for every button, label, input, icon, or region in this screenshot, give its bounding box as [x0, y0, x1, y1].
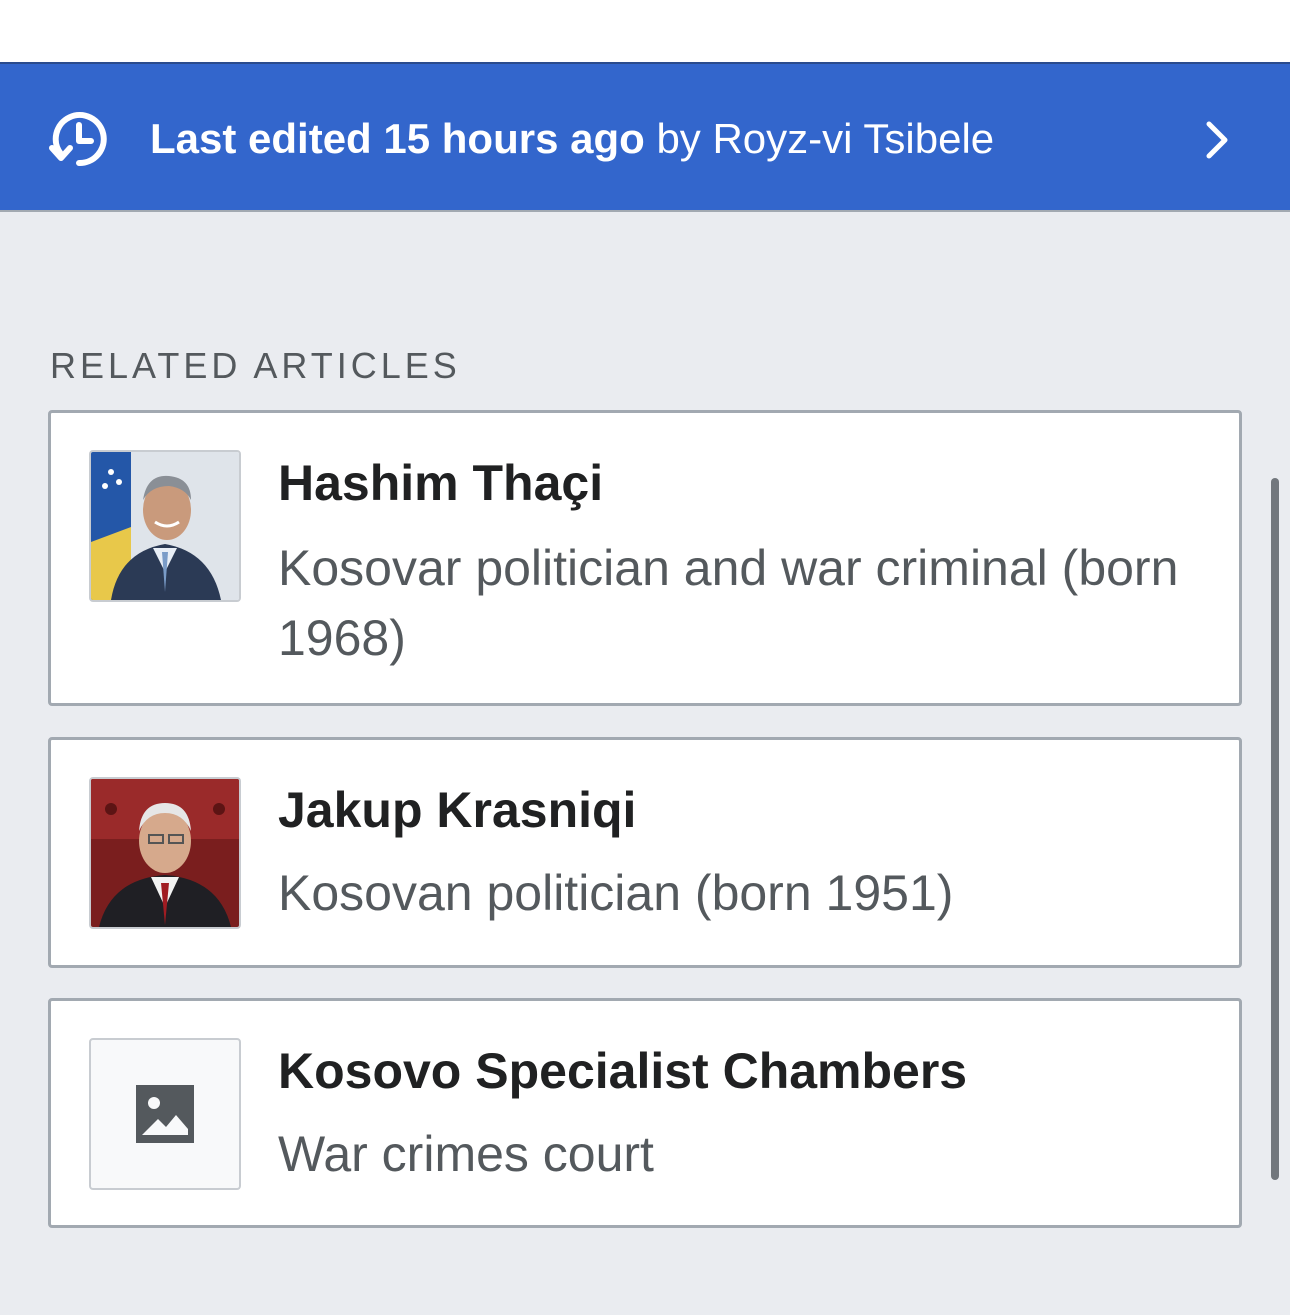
chevron-right-icon [1206, 121, 1228, 159]
scrollbar[interactable] [1271, 478, 1279, 1180]
article-title: Kosovo Specialist Chambers [278, 1043, 968, 1099]
related-article-card[interactable]: Hashim Thaçi Kosovar politician and war … [48, 410, 1242, 706]
article-thumbnail [89, 1038, 241, 1190]
related-article-card[interactable]: Jakup Krasniqi Kosovan politician (born … [48, 737, 1242, 968]
article-thumbnail [89, 777, 241, 929]
last-edited-user: by Royz-vi Tsibele [644, 115, 995, 162]
portrait-photo [91, 779, 239, 927]
last-edited-time: Last edited 15 hours ago [150, 115, 645, 162]
history-icon [49, 112, 107, 167]
article-description: War crimes court [278, 1126, 654, 1182]
article-title: Jakup Krasniqi [278, 782, 637, 838]
article-title: Hashim Thaçi [278, 455, 604, 511]
related-article-card[interactable]: Kosovo Specialist Chambers War crimes co… [48, 998, 1242, 1228]
image-placeholder-icon [136, 1085, 194, 1143]
last-edited-text: Last edited 15 hours ago by Royz-vi Tsib… [150, 114, 994, 164]
related-articles-heading: RELATED ARTICLES [50, 345, 461, 386]
portrait-photo [91, 452, 239, 600]
last-edited-banner[interactable]: Last edited 15 hours ago by Royz-vi Tsib… [0, 62, 1290, 212]
article-description: Kosovan politician (born 1951) [278, 865, 954, 921]
page-top-area [0, 0, 1290, 62]
article-thumbnail [89, 450, 241, 602]
article-description: Kosovar politician and war criminal (bor… [278, 540, 1179, 666]
